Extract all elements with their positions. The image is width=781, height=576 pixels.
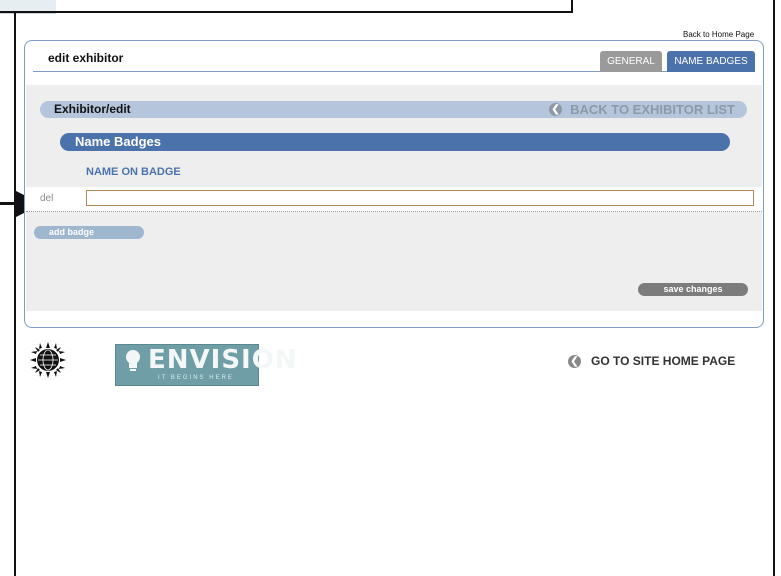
- back-to-home-link[interactable]: Back to Home Page: [683, 30, 754, 39]
- back-arrow-icon: ❮: [568, 354, 581, 368]
- go-to-site-home-link[interactable]: ❮ GO TO SITE HOME PAGE: [568, 354, 735, 368]
- back-arrow-icon: ❮: [549, 103, 563, 116]
- back-to-exhibitor-list-link[interactable]: ❮ BACK TO EXHIBITOR LIST: [549, 102, 735, 117]
- name-on-badge-header: NAME ON BADGE: [86, 166, 181, 178]
- back-to-exhibitor-list-label: BACK TO EXHIBITOR LIST: [570, 102, 735, 117]
- tab-name-badges[interactable]: NAME BADGES: [667, 51, 755, 72]
- logo-wordmark: ENVISION: [148, 345, 298, 375]
- delete-badge-link[interactable]: del: [40, 193, 53, 204]
- frame-line: [14, 11, 16, 576]
- add-badge-button[interactable]: add badge: [34, 226, 144, 239]
- section-header: Exhibitor/edit ❮ BACK TO EXHIBITOR LIST: [40, 101, 747, 118]
- globe-sun-icon: [30, 342, 66, 378]
- content-area: Exhibitor/edit ❮ BACK TO EXHIBITOR LIST …: [26, 85, 762, 311]
- frame-line: [573, 0, 775, 2]
- frame-line: [0, 11, 573, 13]
- name-badges-title: Name Badges: [75, 134, 161, 149]
- edit-exhibitor-panel: edit exhibitor GENERAL NAME BADGES Exhib…: [24, 40, 764, 328]
- frame-line: [773, 0, 775, 576]
- section-title: Exhibitor/edit: [54, 102, 131, 116]
- save-changes-button[interactable]: save changes: [638, 283, 748, 296]
- screenshot-stage: edit exhibitor GENERAL NAME BADGES Exhib…: [0, 0, 781, 576]
- page-title: edit exhibitor: [48, 51, 124, 65]
- name-on-badge-input[interactable]: [86, 190, 754, 206]
- footer: ENVISION IT BEGINS HERE ❮ GO TO SITE HOM…: [24, 334, 764, 394]
- badge-row: del: [26, 187, 762, 212]
- envision-logo: ENVISION IT BEGINS HERE: [115, 344, 297, 386]
- logo-tagline: IT BEGINS HERE: [158, 375, 234, 381]
- go-to-site-home-label: GO TO SITE HOME PAGE: [591, 354, 736, 368]
- name-badges-header: Name Badges: [60, 133, 730, 151]
- tab-general[interactable]: GENERAL: [600, 51, 662, 72]
- lightbulb-icon: [126, 350, 140, 371]
